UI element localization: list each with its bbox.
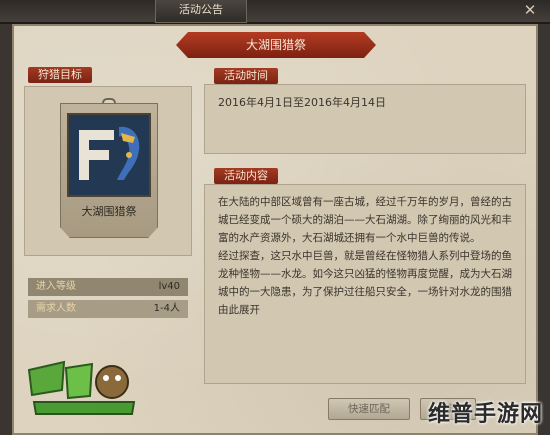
- quick-match-button[interactable]: 快速匹配: [328, 398, 410, 420]
- time-header: 活动时间: [214, 68, 278, 84]
- game-logo-icon: [27, 360, 136, 415]
- players-label: 需求人数: [36, 303, 76, 314]
- level-label: 进入等级: [36, 281, 76, 292]
- monster-emblem-icon: [67, 113, 151, 197]
- description-paragraph-1: 在大陆的中部区域曾有一座古城，经过千万年的岁月，曾经的古城已经变成一个硕大的湖泊…: [218, 196, 512, 244]
- target-header: 狩猎目标: [28, 67, 92, 83]
- monster-name: 大湖围猎祭: [81, 205, 137, 218]
- description-paragraph-2: 经过探查，这只水中巨兽，就是曾经在怪物猎人系列中登场的鱼龙种怪物——水龙。如今这…: [218, 250, 512, 316]
- content-header: 活动内容: [214, 168, 278, 184]
- watermark-text: 维普手游网: [428, 402, 544, 427]
- close-button[interactable]: ✕: [512, 0, 548, 22]
- tab-event-notice[interactable]: 活动公告: [155, 0, 247, 23]
- event-title-banner: 大湖围猎祭: [176, 32, 376, 58]
- players-value: 1-4人: [153, 303, 180, 314]
- requirement-row-level: 进入等级 lv40: [28, 278, 188, 296]
- level-value: lv40: [158, 281, 180, 292]
- top-bar: [0, 0, 550, 24]
- event-dates: 2016年4月1日至2016年4月14日: [218, 96, 386, 109]
- event-description: 在大陆的中部区域曾有一座古城，经过千万年的岁月，曾经的古城已经变成一个硕大的湖泊…: [218, 193, 518, 319]
- requirement-row-players: 需求人数 1-4人: [28, 300, 188, 318]
